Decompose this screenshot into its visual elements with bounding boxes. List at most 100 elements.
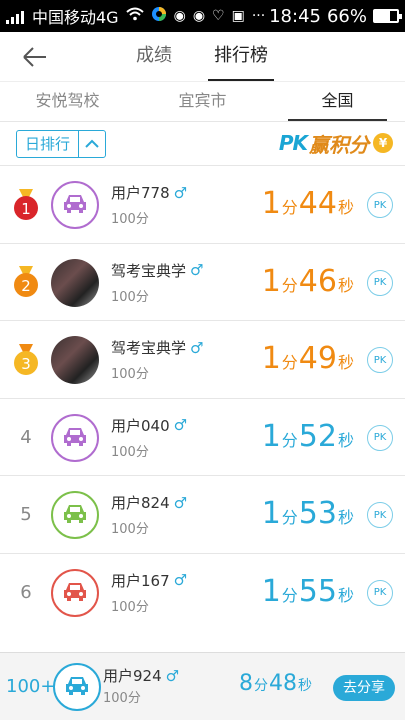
user-name: 用户778 ♂ (111, 182, 187, 203)
rank: 6 (8, 554, 44, 631)
car-icon (60, 421, 90, 455)
car-icon (60, 576, 90, 610)
car-icon (62, 670, 92, 704)
pk-button[interactable]: PK (367, 347, 393, 373)
seconds-unit: 秒 (337, 275, 354, 295)
user-name-text: 用户824 (111, 494, 170, 512)
my-name: 用户924 ♂ (103, 665, 179, 686)
tab-school[interactable]: 安悦驾校 (0, 82, 135, 121)
seconds-unit: 秒 (337, 585, 354, 605)
svg-text:2: 2 (21, 277, 31, 295)
minutes-unit: 分 (254, 678, 268, 694)
medal-icon: 2 (13, 266, 39, 298)
pk-button[interactable]: PK (367, 192, 393, 218)
list-item[interactable]: 2 驾考宝典学 ♂ 100分 1 分 46 秒 PK (0, 244, 405, 321)
male-icon: ♂ (165, 666, 180, 685)
user-score: 100分 (111, 599, 149, 615)
tab-national[interactable]: 全国 (270, 82, 405, 121)
pk-button[interactable]: PK (367, 269, 393, 296)
user-name: 用户167 ♂ (111, 570, 187, 591)
seconds-unit: 秒 (337, 430, 354, 450)
seconds-unit: 秒 (298, 678, 312, 694)
minutes-value: 1 (261, 186, 281, 221)
my-rank: 100+ (6, 676, 56, 697)
male-icon: ♂ (173, 183, 188, 202)
completion-time: 1 分 44 秒 (262, 166, 355, 243)
chevron-up-icon (79, 131, 105, 157)
earn-points-text: 赢积分 (309, 132, 369, 157)
avatar (53, 663, 101, 711)
seconds-value: 55 (298, 573, 337, 609)
user-score: 100分 (111, 444, 149, 460)
list-item[interactable]: 1 用户778 ♂ 100分 1 分 44 秒 PK (0, 166, 405, 244)
user-name-text: 用户778 (111, 184, 170, 202)
user-name: 用户824 ♂ (111, 492, 187, 513)
battery-percent: 66% (326, 5, 367, 27)
avatar (51, 568, 99, 617)
user-name-text: 用户040 (111, 416, 170, 435)
user-score: 100分 (111, 522, 149, 537)
list-item[interactable]: 6 用户167 ♂ 100分 1 分 55 秒 PK (0, 554, 405, 632)
pk-button[interactable]: PK (367, 579, 393, 606)
tab-leaderboard[interactable]: 排行榜 (208, 32, 274, 82)
seconds-unit: 秒 (337, 198, 354, 217)
user-score: 100分 (111, 367, 149, 382)
tab-scores[interactable]: 成绩 (130, 32, 178, 82)
user-name: 用户040 ♂ (111, 415, 187, 436)
rank-number: 5 (20, 504, 32, 525)
medal-icon: 1 (13, 188, 39, 221)
region-tabs: 安悦驾校 宜宾市 全国 (0, 82, 405, 122)
seconds-value: 49 (298, 341, 337, 376)
pk-button[interactable]: PK (367, 424, 393, 451)
male-icon: ♂ (173, 493, 188, 512)
male-icon: ♂ (173, 416, 188, 434)
share-button[interactable]: 去分享 (333, 675, 395, 701)
back-button[interactable] (20, 42, 50, 72)
pk-earn-points-banner[interactable]: PK 赢积分 ¥ (279, 128, 393, 158)
minutes-unit: 分 (281, 585, 298, 605)
minutes-unit: 分 (281, 508, 298, 527)
completion-time: 1 分 53 秒 (262, 476, 355, 553)
list-item[interactable]: 5 用户824 ♂ 100分 1 分 53 秒 PK (0, 476, 405, 554)
my-rank-footer: 100+ 用户924 ♂ 100分 8 分 48 秒 去分享 (0, 652, 405, 720)
minutes-value: 1 (261, 496, 281, 531)
period-dropdown[interactable]: 日排行 (16, 130, 107, 158)
male-icon: ♂ (173, 571, 188, 589)
battery-icon (373, 9, 402, 23)
avatar (51, 413, 99, 462)
completion-time: 1 分 52 秒 (262, 399, 355, 476)
arrow-left-icon (23, 47, 46, 67)
seconds-value: 46 (298, 263, 337, 299)
seconds-value: 53 (298, 496, 337, 531)
coin-icon: ¥ (373, 133, 393, 153)
completion-time: 1 分 55 秒 (262, 554, 355, 631)
avatar (51, 491, 99, 539)
user-name: 驾考宝典学 ♂ (111, 337, 203, 358)
svg-text:3: 3 (21, 355, 31, 373)
pk-button[interactable]: PK (367, 502, 393, 528)
completion-time: 1 分 49 秒 (262, 321, 355, 398)
list-item[interactable]: 4 用户040 ♂ 100分 1 分 52 秒 PK (0, 399, 405, 476)
avatar (51, 258, 99, 307)
rank: 3 (8, 321, 44, 398)
clock-text: 18:45 (269, 5, 321, 27)
male-icon: ♂ (190, 338, 204, 357)
seconds-unit: 秒 (337, 508, 354, 527)
rank: 5 (8, 476, 44, 553)
pk-text: PK (278, 131, 308, 155)
seconds-value: 44 (298, 186, 337, 221)
tab-city[interactable]: 宜宾市 (135, 82, 270, 121)
rank: 1 (8, 166, 44, 243)
user-score: 100分 (111, 289, 149, 305)
minutes-value: 1 (261, 263, 281, 299)
minutes-value: 1 (261, 418, 281, 454)
user-name: 驾考宝典学 ♂ (111, 260, 203, 281)
period-label: 日排行 (17, 131, 80, 157)
seconds-unit: 秒 (337, 353, 354, 372)
avatar (51, 181, 99, 229)
list-item[interactable]: 3 驾考宝典学 ♂ 100分 1 分 49 秒 PK (0, 321, 405, 399)
status-bar: 中国移动4G ◉ ◉ ♡ ▣ ··· 18:45 66% (0, 0, 405, 32)
signal-icon (6, 8, 24, 24)
minutes-unit: 分 (281, 275, 298, 295)
app-icon (151, 6, 167, 26)
